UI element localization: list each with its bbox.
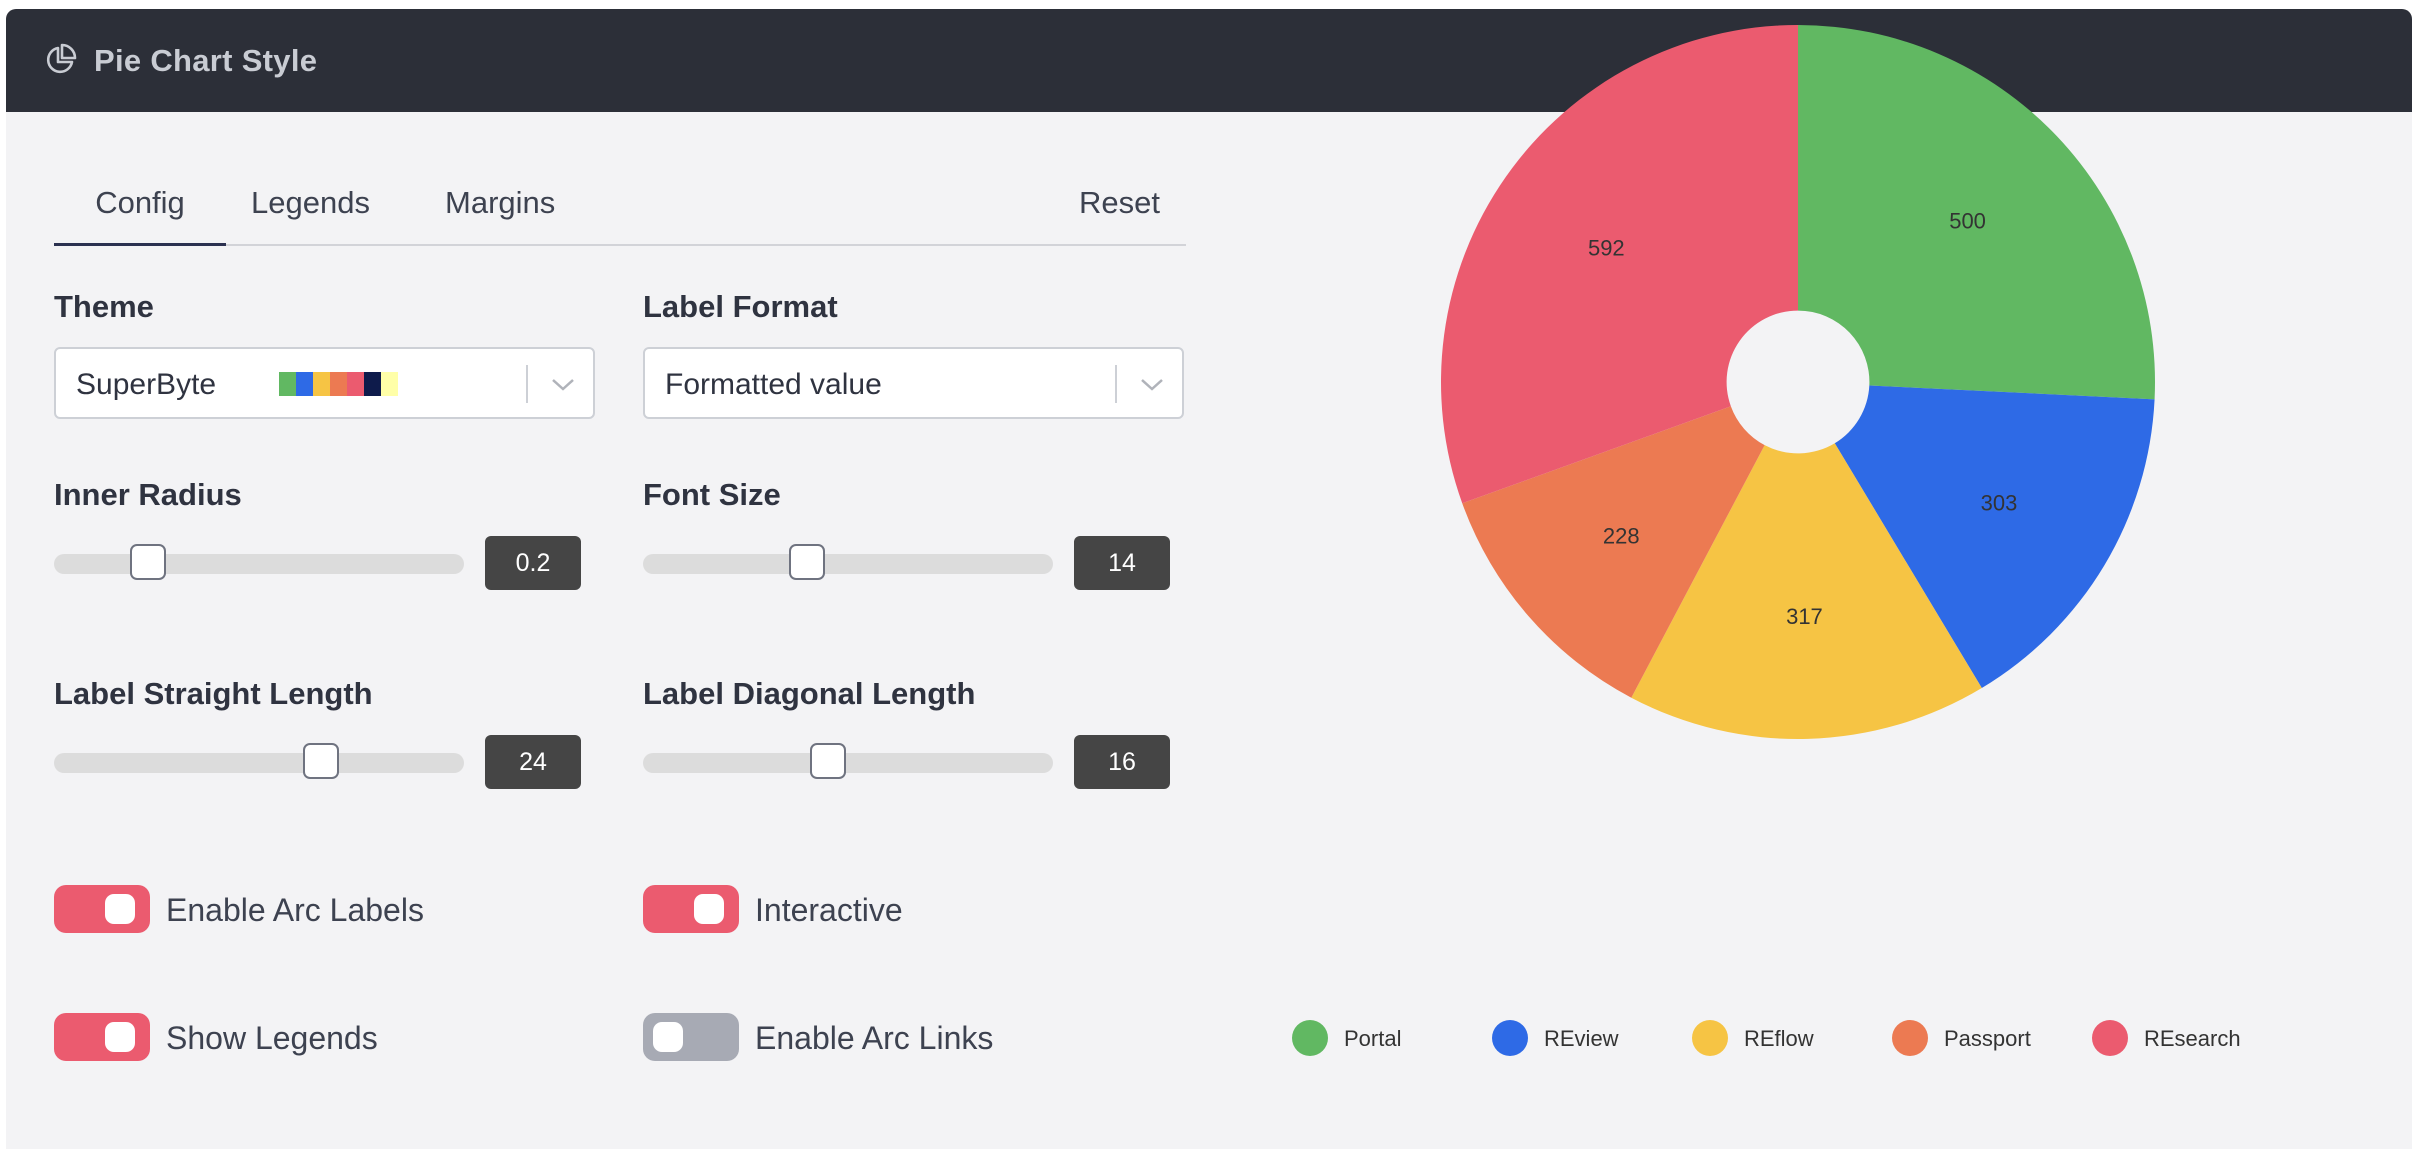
pie-chart: 500 303 317 228 592 [1441,25,2156,740]
legend-label: REview [1544,1026,1619,1051]
arc-label: 500 [1949,208,1986,233]
arc-label: 317 [1786,604,1823,629]
legend-swatch [1892,1020,1928,1056]
arc-label: 303 [1981,490,2018,515]
legend-label: Portal [1344,1026,1402,1051]
legend-swatch [1292,1020,1328,1056]
legend-swatch [2092,1020,2128,1056]
arc-label: 592 [1588,235,1625,260]
legend-label: REflow [1744,1026,1814,1051]
legend-label: Passport [1944,1026,2031,1051]
legend-swatch [1692,1020,1728,1056]
legend-label: REsearch [2144,1026,2241,1051]
legend-swatch [1492,1020,1528,1056]
arc-label: 228 [1603,524,1640,549]
pie-chart-area: 500 303 317 228 592 [6,9,2412,1149]
pie-chart-style-panel: Pie Chart Style Config Legends Margins R… [6,9,2412,1149]
